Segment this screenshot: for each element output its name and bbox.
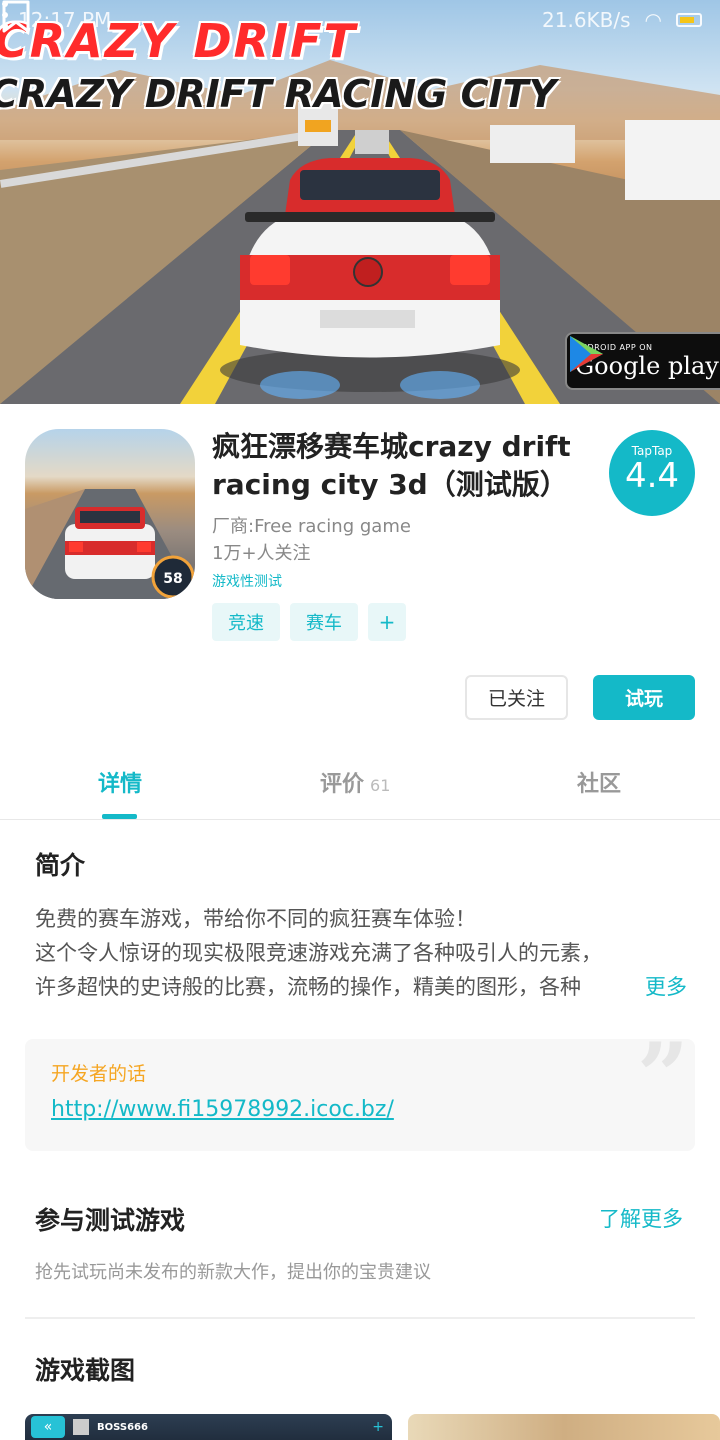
tab-community[interactable]: 社区 (577, 766, 621, 798)
avatar (73, 1419, 89, 1435)
hero-game-logo-line1: CRAZY DRIFT (0, 14, 357, 68)
app-title: 疯狂漂移赛车城crazy drift racing city 3d（测试版） (212, 430, 571, 501)
hero-game-logo-line2: CRAZY DRIFT RACING CITY (0, 72, 557, 116)
google-play-icon (570, 336, 603, 372)
wifi-icon: ◠ (644, 8, 662, 32)
network-speed: 21.6KB/s (542, 8, 631, 32)
add-tag-button[interactable]: + (368, 603, 406, 641)
screenshot-1[interactable]: « BOSS666 + (25, 1414, 392, 1440)
app-icon-artwork: 58 (25, 489, 195, 599)
screenshots-heading: 游戏截图 (35, 1356, 136, 1385)
section-divider (25, 1317, 695, 1319)
tab-review-label: 评价 (320, 772, 365, 797)
developer-notes-box: ” 开发者的话 http://www.fi15978992.icoc.bz/ (25, 1031, 695, 1151)
tab-detail[interactable]: 详情 (98, 766, 142, 798)
tab-review[interactable]: 评价 61 (320, 766, 390, 798)
follow-button[interactable]: 已关注 (465, 675, 568, 720)
hud-player-name: BOSS666 (97, 1421, 148, 1433)
app-followers: 1万+人关注 (212, 543, 311, 564)
beta-description: 抢先试玩尚未发布的新款大作，提出你的宝贵建议 (35, 1262, 431, 1283)
svg-text:58: 58 (163, 571, 182, 587)
app-stage-label: 游戏性测试 (212, 574, 282, 590)
intro-heading: 简介 (35, 851, 86, 880)
developer-link[interactable]: http://www.fi15978992.icoc.bz/ (51, 1097, 394, 1122)
tag-list: 竞速 赛车 + (212, 603, 406, 641)
intro-text: 免费的赛车游戏，带给你不同的疯狂赛车体验！ 这个令人惊讶的现实极限竞速游戏充满了… (35, 902, 690, 1004)
screenshot-2[interactable] (408, 1414, 720, 1440)
battery-icon (676, 13, 702, 27)
intro-line-3: 许多超快的史诗般的比赛，流畅的操作，精美的图形，各种 (35, 975, 581, 999)
tab-bar: 详情 评价 61 社区 (0, 740, 720, 820)
intro-more-link[interactable]: 更多 (641, 971, 687, 1001)
quote-icon: ” (637, 1023, 689, 1129)
intro-line-1: 免费的赛车游戏，带给你不同的疯狂赛车体验！ (35, 907, 476, 931)
screenshot-hud: « BOSS666 + (25, 1414, 392, 1440)
tab-community-label: 社区 (577, 772, 622, 797)
active-tab-indicator (102, 814, 137, 819)
hero-banner[interactable]: 12:17 PM 21.6KB/s ◠ CRAZY DRIFT CRAZY DR… (0, 0, 720, 404)
tab-detail-label: 详情 (98, 772, 143, 797)
beta-heading: 参与测试游戏 (35, 1206, 186, 1235)
back-arrows-icon: « (31, 1416, 65, 1438)
beta-learn-more-link[interactable]: 了解更多 (599, 1203, 683, 1233)
plus-icon: + (372, 1419, 384, 1435)
tag-racing[interactable]: 竞速 (212, 603, 280, 641)
review-count: 61 (370, 776, 391, 795)
rating-score: 4.4 (624, 456, 680, 496)
app-icon: 58 (25, 429, 195, 599)
app-vendor[interactable]: 厂商:Free racing game (212, 512, 411, 538)
try-play-button[interactable]: 试玩 (593, 675, 695, 720)
developer-notes-label: 开发者的话 (51, 1063, 147, 1085)
rating-badge: TapTap 4.4 (609, 430, 695, 516)
google-play-badge: ANDROID APP ON Google play (565, 332, 720, 390)
tag-car[interactable]: 赛车 (290, 603, 358, 641)
more-options-icon[interactable] (0, 0, 10, 30)
intro-line-2: 这个令人惊讶的现实极限竞速游戏充满了各种吸引人的元素， (35, 941, 602, 965)
